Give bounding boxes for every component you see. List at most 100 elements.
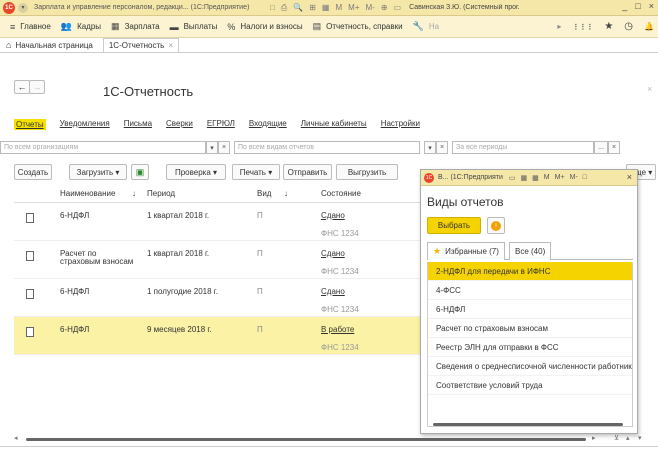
create-button[interactable]: Создать [14, 164, 52, 180]
select-button[interactable]: Выбрать [427, 217, 481, 234]
column-kind-header[interactable]: Вид [257, 189, 271, 198]
section-egrul[interactable]: ЕГРЮЛ [207, 119, 235, 130]
send-button[interactable]: Отправить [283, 164, 332, 180]
document-icon [26, 327, 34, 337]
section-personal-accounts[interactable]: Личные кабинеты [301, 119, 367, 130]
scroll-up-icon[interactable]: ▴ [626, 434, 630, 442]
menu-item-label: Отчетность, справки [326, 22, 403, 31]
calendar-icon[interactable]: ▦ [532, 174, 539, 182]
row-status-link[interactable]: Сдано [321, 287, 345, 296]
window-icon[interactable]: ▭ [509, 174, 516, 182]
period-reset-button[interactable]: × [608, 141, 620, 154]
memory-minus-button[interactable]: M- [366, 3, 375, 13]
bell-icon[interactable]: 🔔 [644, 22, 654, 31]
menu-item-label: Главное [20, 22, 51, 31]
section-settings[interactable]: Настройки [381, 119, 420, 130]
organization-clear-button[interactable]: × [218, 141, 230, 154]
dialog-close-button[interactable]: × [627, 172, 632, 182]
menu-item-label: Выплаты [183, 22, 218, 31]
table-row-selected[interactable]: 6-НДФЛ 9 месяцев 2018 г. П В работе ФНС … [14, 317, 420, 355]
report-kind-filter[interactable]: По всем видам отчетов [234, 141, 420, 154]
maximize-button[interactable]: □ [635, 1, 640, 11]
zoom-icon[interactable]: ⊕ [381, 3, 388, 13]
row-status-link[interactable]: Сдано [321, 249, 345, 258]
section-reports[interactable]: Отчеты [14, 119, 46, 130]
chevron-right-icon[interactable]: ▸ [557, 22, 561, 31]
tab-home[interactable]: ⌂ Начальная страница [6, 40, 93, 50]
load-button[interactable]: Загрузить ▾ [69, 164, 127, 180]
period-select-button[interactable]: ... [594, 141, 608, 154]
scrollbar-thumb[interactable] [26, 438, 586, 441]
menu-item-main[interactable]: ≡ Главное [10, 22, 51, 32]
tab-favorites[interactable]: ★ Избранные (7) [427, 242, 505, 260]
tab-all[interactable]: Все (40) [509, 242, 552, 260]
form-close-button[interactable]: × [647, 84, 652, 94]
tool-icon-3[interactable]: ⊞ [309, 3, 316, 13]
period-dropdown-button[interactable]: ▾ [424, 141, 436, 154]
table-row[interactable]: Расчет по страховым взносам 1 квартал 20… [14, 241, 420, 279]
menu-item-payments[interactable]: ▬ Выплаты [170, 22, 218, 32]
star-icon[interactable]: ★ [604, 21, 613, 32]
close-button[interactable]: × [649, 1, 654, 11]
list-item[interactable]: Соответствие условий труда [428, 376, 632, 395]
scroll-right-icon[interactable]: ▸ [592, 434, 596, 442]
row-status-link[interactable]: Сдано [321, 211, 345, 220]
check-button[interactable]: Проверка ▾ [166, 164, 226, 180]
table-row[interactable]: 6-НДФЛ 1 квартал 2018 г. П Сдано ФНС 123… [14, 203, 420, 241]
menu-item-reports[interactable]: ▤ Отчетность, справки [313, 21, 403, 32]
memory-m-button[interactable]: M [335, 3, 342, 13]
list-item-selected[interactable]: 2-НДФЛ для передачи в ИФНС [428, 262, 632, 281]
section-reconciliations[interactable]: Сверки [166, 119, 193, 130]
table-row[interactable]: 6-НДФЛ 1 полугодие 2018 г. П Сдано ФНС 1… [14, 279, 420, 317]
column-name-header[interactable]: Наименование [60, 189, 115, 198]
upload-button[interactable]: Выгрузить [336, 164, 398, 180]
menu-item-hr[interactable]: 👥 Кадры [61, 21, 101, 32]
scroll-down-icon[interactable]: ▾ [638, 434, 642, 442]
list-item[interactable]: Расчет по страховым взносам [428, 319, 632, 338]
row-status-link[interactable]: В работе [321, 325, 354, 334]
tab-1c-reporting[interactable]: 1С-Отчетность × [102, 38, 180, 52]
list-item[interactable]: Реестр ЭЛН для отправки в ФСС [428, 338, 632, 357]
menu-item-taxes[interactable]: % Налоги и взносы [227, 22, 302, 32]
column-status-header[interactable]: Состояние [321, 189, 361, 198]
tool-icon-0[interactable]: □ [270, 3, 275, 13]
section-notifications[interactable]: Уведомления [60, 119, 110, 130]
search-icon[interactable]: 🔍 [293, 3, 303, 13]
memory-minus-button[interactable]: M- [570, 174, 578, 182]
calculator-icon[interactable]: ▦ [521, 174, 528, 182]
menu-item-settings[interactable]: 🔧 На [413, 21, 439, 32]
history-icon[interactable]: ◷ [624, 21, 633, 32]
memory-plus-button[interactable]: M+ [555, 174, 565, 182]
table-horizontal-scrollbar[interactable]: ◂ ▸ ⊻ ▴ ▾ [14, 434, 658, 444]
memory-m-button[interactable]: M [544, 174, 550, 182]
info-button[interactable]: i [487, 217, 505, 234]
period-filter[interactable]: За все периоды [452, 141, 594, 154]
section-letters[interactable]: Письма [124, 119, 152, 130]
back-button[interactable]: ← [14, 80, 30, 94]
column-period-header[interactable]: Период [147, 189, 175, 198]
list-item[interactable]: Сведения о среднесписочной численности р… [428, 357, 632, 376]
maximize-button[interactable]: □ [583, 174, 587, 182]
apps-grid-icon[interactable]: ⋮⋮⋮ [572, 23, 593, 31]
app-logo-icon[interactable]: 1С [3, 1, 15, 14]
chevron-down-icon[interactable]: ▾ [18, 2, 28, 13]
minimize-button[interactable]: _ [622, 1, 627, 11]
window-icon[interactable]: ▭ [394, 3, 402, 13]
forward-button[interactable]: → [29, 80, 45, 94]
menu-item-salary[interactable]: ▦ Зарплата [111, 21, 160, 32]
excel-icon[interactable]: ▣ [131, 164, 149, 180]
scroll-first-icon[interactable]: ⊻ [614, 434, 619, 442]
print-icon[interactable]: ⎙ [281, 3, 287, 13]
list-item[interactable]: 6-НДФЛ [428, 300, 632, 319]
dialog-scrollbar-thumb[interactable] [433, 423, 623, 426]
scroll-left-icon[interactable]: ◂ [14, 434, 18, 442]
organization-dropdown-button[interactable]: ▾ [206, 141, 218, 154]
memory-plus-button[interactable]: M+ [348, 3, 359, 13]
close-icon[interactable]: × [168, 41, 173, 50]
section-incoming[interactable]: Входящие [249, 119, 287, 130]
calendar-icon[interactable]: ▦ [322, 3, 330, 13]
list-item[interactable]: 4-ФСС [428, 281, 632, 300]
period-clear-button[interactable]: × [436, 141, 448, 154]
organization-filter[interactable]: По всем организациям [0, 141, 206, 154]
print-button[interactable]: Печать ▾ [232, 164, 280, 180]
